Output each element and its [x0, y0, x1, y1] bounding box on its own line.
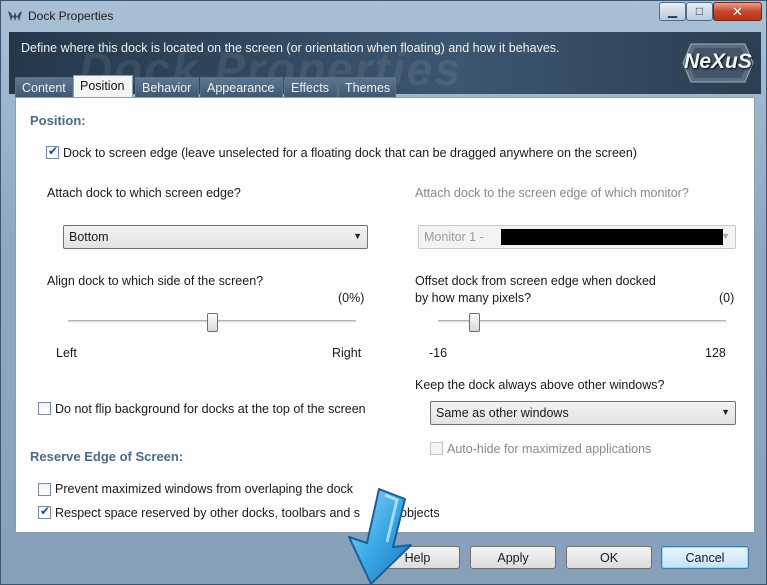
ok-button[interactable]: OK [566, 546, 652, 569]
tab-appearance[interactable]: Appearance [200, 77, 283, 97]
prevent-overlap-checkbox[interactable] [38, 483, 51, 496]
no-flip-checkbox[interactable] [38, 402, 51, 415]
apply-button[interactable]: Apply [470, 546, 556, 569]
above-label: Keep the dock always above other windows… [415, 378, 665, 392]
respect-space-label: Respect space reserved by other docks, t… [55, 506, 361, 520]
tab-themes[interactable]: Themes [338, 77, 396, 97]
autohide-label: Auto-hide for maximized applications [447, 442, 652, 456]
offset-slider-thumb[interactable] [469, 313, 480, 332]
window-title: Dock Properties [28, 9, 114, 23]
attach-monitor-select[interactable]: Monitor 1 - ▼ [418, 225, 736, 249]
above-value: Same as other windows [436, 406, 569, 420]
header-description: Define where this dock is located on the… [21, 41, 560, 55]
title-bar[interactable]: Dock Properties ▁ □ ✕ [1, 1, 767, 31]
position-panel: Position: Dock to screen edge (leave uns… [15, 97, 755, 533]
align-min-label: Left [56, 346, 77, 360]
dock-to-edge-label: Dock to screen edge (leave unselected fo… [63, 146, 637, 160]
above-select[interactable]: Same as other windows ▼ [430, 401, 736, 425]
align-slider-thumb[interactable] [207, 313, 218, 332]
maximize-icon: □ [695, 4, 704, 18]
tab-effects[interactable]: Effects [284, 77, 338, 97]
close-button[interactable]: ✕ [713, 2, 762, 21]
reserve-section-title: Reserve Edge of Screen: [30, 449, 184, 464]
offset-slider-track[interactable] [438, 320, 726, 323]
position-section-title: Position: [30, 113, 86, 128]
nexus-app-icon [8, 11, 22, 21]
align-max-label: Right [332, 346, 362, 360]
tab-content[interactable]: Content [15, 77, 73, 97]
attach-edge-value: Bottom [69, 230, 109, 244]
respect-space-checkbox[interactable] [38, 504, 51, 519]
tab-behavior[interactable]: Behavior [135, 77, 199, 97]
attach-monitor-value: Monitor 1 - [424, 230, 484, 244]
close-icon: ✕ [732, 4, 743, 19]
autohide-checkbox[interactable] [430, 442, 443, 455]
dropdown-arrow-icon: ▼ [721, 407, 730, 417]
dropdown-arrow-icon: ▼ [353, 231, 362, 241]
offset-min-label: -16 [429, 346, 448, 360]
nexus-logo: NeXuS [681, 40, 755, 86]
tab-position[interactable]: Position [73, 75, 133, 98]
prevent-overlap-label: Prevent maximized windows from overlapin… [55, 482, 354, 496]
offset-label-2: by how many pixels? [415, 291, 532, 305]
attach-edge-select[interactable]: Bottom ▼ [63, 225, 368, 249]
no-flip-label: Do not flip background for docks at the … [55, 402, 366, 416]
minimize-button[interactable]: ▁ [659, 2, 686, 21]
maximize-button[interactable]: □ [686, 2, 713, 21]
offset-max-label: 128 [705, 346, 726, 360]
dock-to-edge-checkbox[interactable] [46, 144, 59, 159]
attach-monitor-label: Attach dock to the screen edge of which … [415, 186, 689, 200]
cancel-button[interactable]: Cancel [661, 546, 749, 569]
offset-label-1: Offset dock from screen edge when docked [415, 274, 656, 288]
attach-edge-label: Attach dock to which screen edge? [47, 186, 241, 200]
align-label: Align dock to which side of the screen? [47, 274, 264, 288]
align-value: (0%) [338, 291, 365, 305]
dropdown-arrow-icon: ▼ [721, 231, 730, 241]
offset-value: (0) [719, 291, 735, 305]
logo-text: NeXuS [684, 50, 752, 73]
minimize-icon: ▁ [667, 4, 678, 18]
dock-properties-window: Dock Properties ▁ □ ✕ Dock Properties De… [0, 0, 767, 585]
down-arrow-icon [348, 488, 412, 585]
redacted-monitor-name [501, 229, 723, 245]
